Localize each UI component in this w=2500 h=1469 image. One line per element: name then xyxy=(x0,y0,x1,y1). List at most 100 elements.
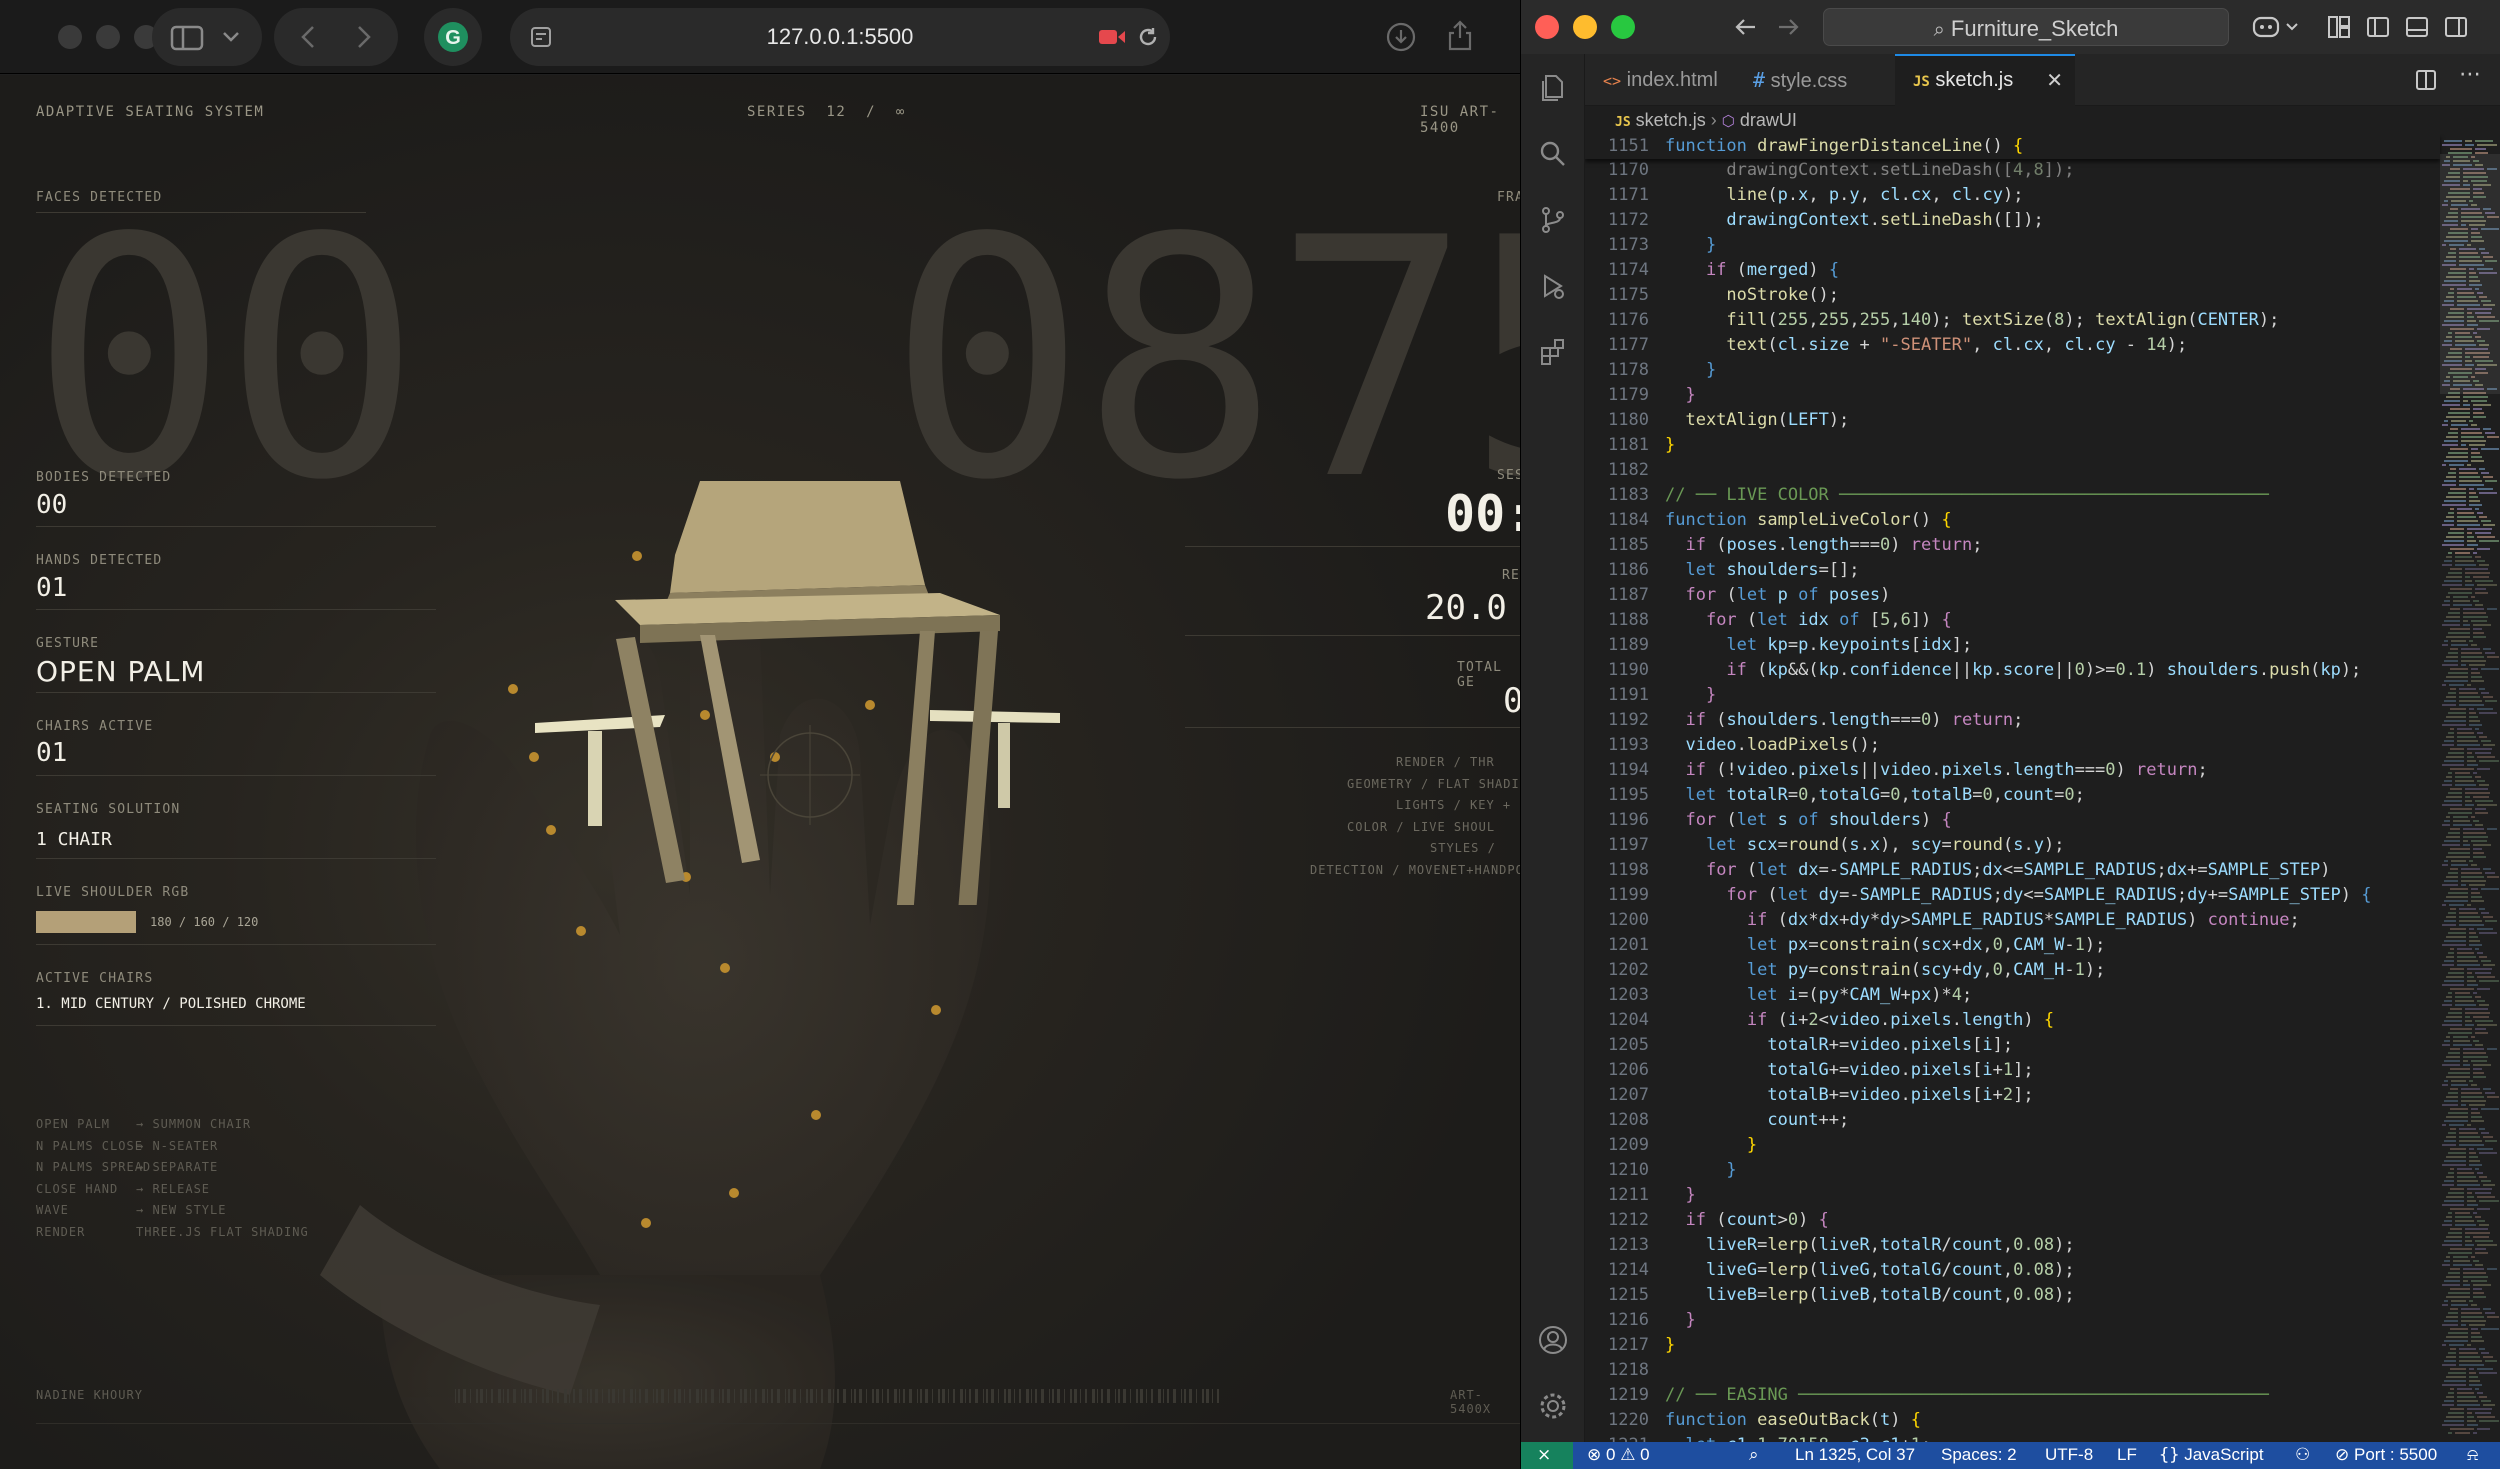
encoding[interactable]: UTF-8 xyxy=(2045,1445,2093,1465)
customize-layout-icon[interactable] xyxy=(2327,15,2351,39)
toggle-secondary-sidebar-icon[interactable] xyxy=(2444,15,2468,39)
share-icon[interactable] xyxy=(1446,18,1474,52)
code-line: let kp=p.keypoints[idx]; xyxy=(1726,635,1973,655)
divider xyxy=(36,944,436,945)
tab-style-css[interactable]: # style.css xyxy=(1735,54,1895,106)
back-arrow-icon[interactable] xyxy=(298,24,318,50)
toggle-primary-sidebar-icon[interactable] xyxy=(2366,15,2390,39)
url-text: 127.0.0.1:5500 xyxy=(766,24,914,49)
browser-window: G 127.0.0.1:5500 00 087 ADAPTIVE SEATING… xyxy=(0,0,1520,1469)
code-editor[interactable]: 1170 drawingContext.setLineDash([4,8]); … xyxy=(1585,134,2500,1442)
search-icon[interactable] xyxy=(1537,138,1569,170)
code-line: for (let idx of [5,6]) { xyxy=(1705,610,1952,630)
tab-sketch-js[interactable]: JS sketch.js ✕ xyxy=(1895,54,2075,106)
gesture-value: OPEN PALM xyxy=(36,655,206,688)
live-server-port[interactable]: ⊘ Port : 5500 xyxy=(2335,1445,2437,1465)
download-icon[interactable] xyxy=(1386,22,1416,52)
minimap-slider[interactable] xyxy=(2440,154,2500,394)
hands-detected-label: HANDS DETECTED xyxy=(36,553,163,568)
gesture-label: GESTURE xyxy=(36,636,100,651)
code-line: for (let p of poses) xyxy=(1685,585,1891,605)
legend-gesture: RENDER xyxy=(36,1225,86,1239)
breadcrumb-symbol[interactable]: drawUI xyxy=(1740,110,1797,130)
workspace-name: ⌕ Furniture_Sketch xyxy=(1933,16,2119,41)
zoom-icon[interactable]: ⌕ xyxy=(1749,1445,1759,1465)
live-rgb-label: LIVE SHOULDER RGB xyxy=(36,885,190,900)
address-bar[interactable]: 127.0.0.1:5500 xyxy=(510,8,1170,66)
divider xyxy=(36,858,436,859)
maximize-window-button[interactable] xyxy=(1611,15,1635,39)
toggle-panel-icon[interactable] xyxy=(2405,15,2429,39)
code-line: if (i+2<video.pixels.length) { xyxy=(1746,1010,2055,1030)
remote-indicator[interactable]: ⨯ xyxy=(1521,1442,1573,1469)
session-label: SES xyxy=(1497,468,1520,483)
code-line: let px=constrain(scx+dx,0,CAM_W-1); xyxy=(1746,935,2106,955)
back-arrow-icon[interactable] xyxy=(1733,15,1759,39)
code-line: for (let s of shoulders) { xyxy=(1685,810,1952,830)
code-line: function easeOutBack(t) { xyxy=(1665,1410,1921,1430)
source-control-icon[interactable] xyxy=(1537,204,1569,236)
explorer-icon[interactable] xyxy=(1537,72,1569,104)
code-line: // ── LIVE COLOR ───────────────────────… xyxy=(1665,485,2269,505)
notifications-bell-icon[interactable]: ⍾ xyxy=(2467,1445,2478,1465)
html-file-icon: <> xyxy=(1603,72,1622,90)
sidebar-icon[interactable] xyxy=(170,25,204,51)
copilot-icon[interactable] xyxy=(2251,12,2301,42)
chairs-active-label: CHAIRS ACTIVE xyxy=(36,719,154,734)
forward-arrow-icon[interactable] xyxy=(354,24,374,50)
css-file-icon: # xyxy=(1753,68,1766,92)
legend-gesture: CLOSE HAND xyxy=(36,1181,119,1196)
close-tab-icon[interactable]: ✕ xyxy=(2046,56,2063,104)
settings-gear-icon[interactable] xyxy=(1537,1390,1569,1422)
divider xyxy=(36,692,436,693)
minimize-window-button[interactable] xyxy=(96,25,120,49)
indentation[interactable]: Spaces: 2 xyxy=(1941,1445,2017,1465)
active-chairs-label: ACTIVE CHAIRS xyxy=(36,971,154,986)
footer-barcode xyxy=(455,1388,1455,1403)
code-line: line(p.x, p.y, cl.cx, cl.cy); xyxy=(1726,185,2024,205)
camera-recording-icon[interactable] xyxy=(1098,28,1126,46)
grammarly-extension[interactable]: G xyxy=(424,8,482,66)
code-line: } xyxy=(1746,1135,1758,1155)
vscode-window: ⌕ Furniture_Sketch <> index.html # style… xyxy=(1520,0,2500,1469)
vscode-titlebar: ⌕ Furniture_Sketch xyxy=(1521,0,2500,54)
cursor-position[interactable]: Ln 1325, Col 37 xyxy=(1795,1445,1915,1465)
chair-3d-render xyxy=(535,481,1060,905)
code-line: if (shoulders.length===0) return; xyxy=(1685,710,2024,730)
seating-solution-value: 1 CHAIR xyxy=(36,829,112,850)
code-line: if (poses.length===0) return; xyxy=(1685,535,1983,555)
breadcrumb-file[interactable]: sketch.js xyxy=(1636,110,1706,130)
warning-icon: ⚠ xyxy=(1620,1445,1636,1465)
problems-indicator[interactable]: ⊗ 0 ⚠ 0 xyxy=(1587,1445,1650,1465)
author-name: NADINE KHOURY xyxy=(36,1388,143,1402)
reload-icon[interactable] xyxy=(1136,25,1160,49)
chevron-down-icon[interactable] xyxy=(222,30,240,44)
grammarly-icon: G xyxy=(438,22,468,52)
code-line: count++; xyxy=(1767,1110,1850,1130)
browser-toolbar: G 127.0.0.1:5500 xyxy=(0,0,1520,74)
forward-arrow-icon[interactable] xyxy=(1775,15,1801,39)
sticky-scroll-header[interactable]: 1151 function drawFingerDistanceLine() { xyxy=(1585,134,2440,159)
tab-index-html[interactable]: <> index.html xyxy=(1585,54,1735,106)
code-line: text(cl.size + "-SEATER", cl.cx, cl.cy -… xyxy=(1726,335,2188,355)
run-debug-icon[interactable] xyxy=(1537,270,1569,302)
divider xyxy=(36,775,436,776)
split-editor-icon[interactable] xyxy=(2415,69,2437,91)
account-icon[interactable] xyxy=(1537,1324,1569,1356)
breadcrumb: JS sketch.js › ⬡ drawUI xyxy=(1585,106,2500,134)
command-search-box[interactable]: ⌕ Furniture_Sketch xyxy=(1823,8,2229,46)
copilot-status-icon[interactable]: ⚇ xyxy=(2295,1445,2310,1465)
minimap[interactable] xyxy=(2440,134,2500,1442)
code-line: totalG+=video.pixels[i+1]; xyxy=(1767,1060,2034,1080)
close-window-button[interactable] xyxy=(1535,15,1559,39)
rate-value: 20.0 xyxy=(1425,588,1507,628)
minimize-window-button[interactable] xyxy=(1573,15,1597,39)
code-line: if (kp&&(kp.confidence||kp.score||0)>=0.… xyxy=(1726,660,2362,680)
end-of-line[interactable]: LF xyxy=(2117,1445,2137,1465)
language-mode[interactable]: {} JavaScript xyxy=(2159,1445,2264,1465)
more-actions-icon[interactable]: ⋯ xyxy=(2459,62,2481,87)
seating-app-viewport[interactable]: 00 0875 ADAPTIVE SEATING SYSTEM SERIES 1… xyxy=(0,75,1520,1469)
extensions-icon[interactable] xyxy=(1537,336,1569,368)
close-window-button[interactable] xyxy=(58,25,82,49)
code-line: // ── EASING ───────────────────────────… xyxy=(1665,1385,2269,1405)
